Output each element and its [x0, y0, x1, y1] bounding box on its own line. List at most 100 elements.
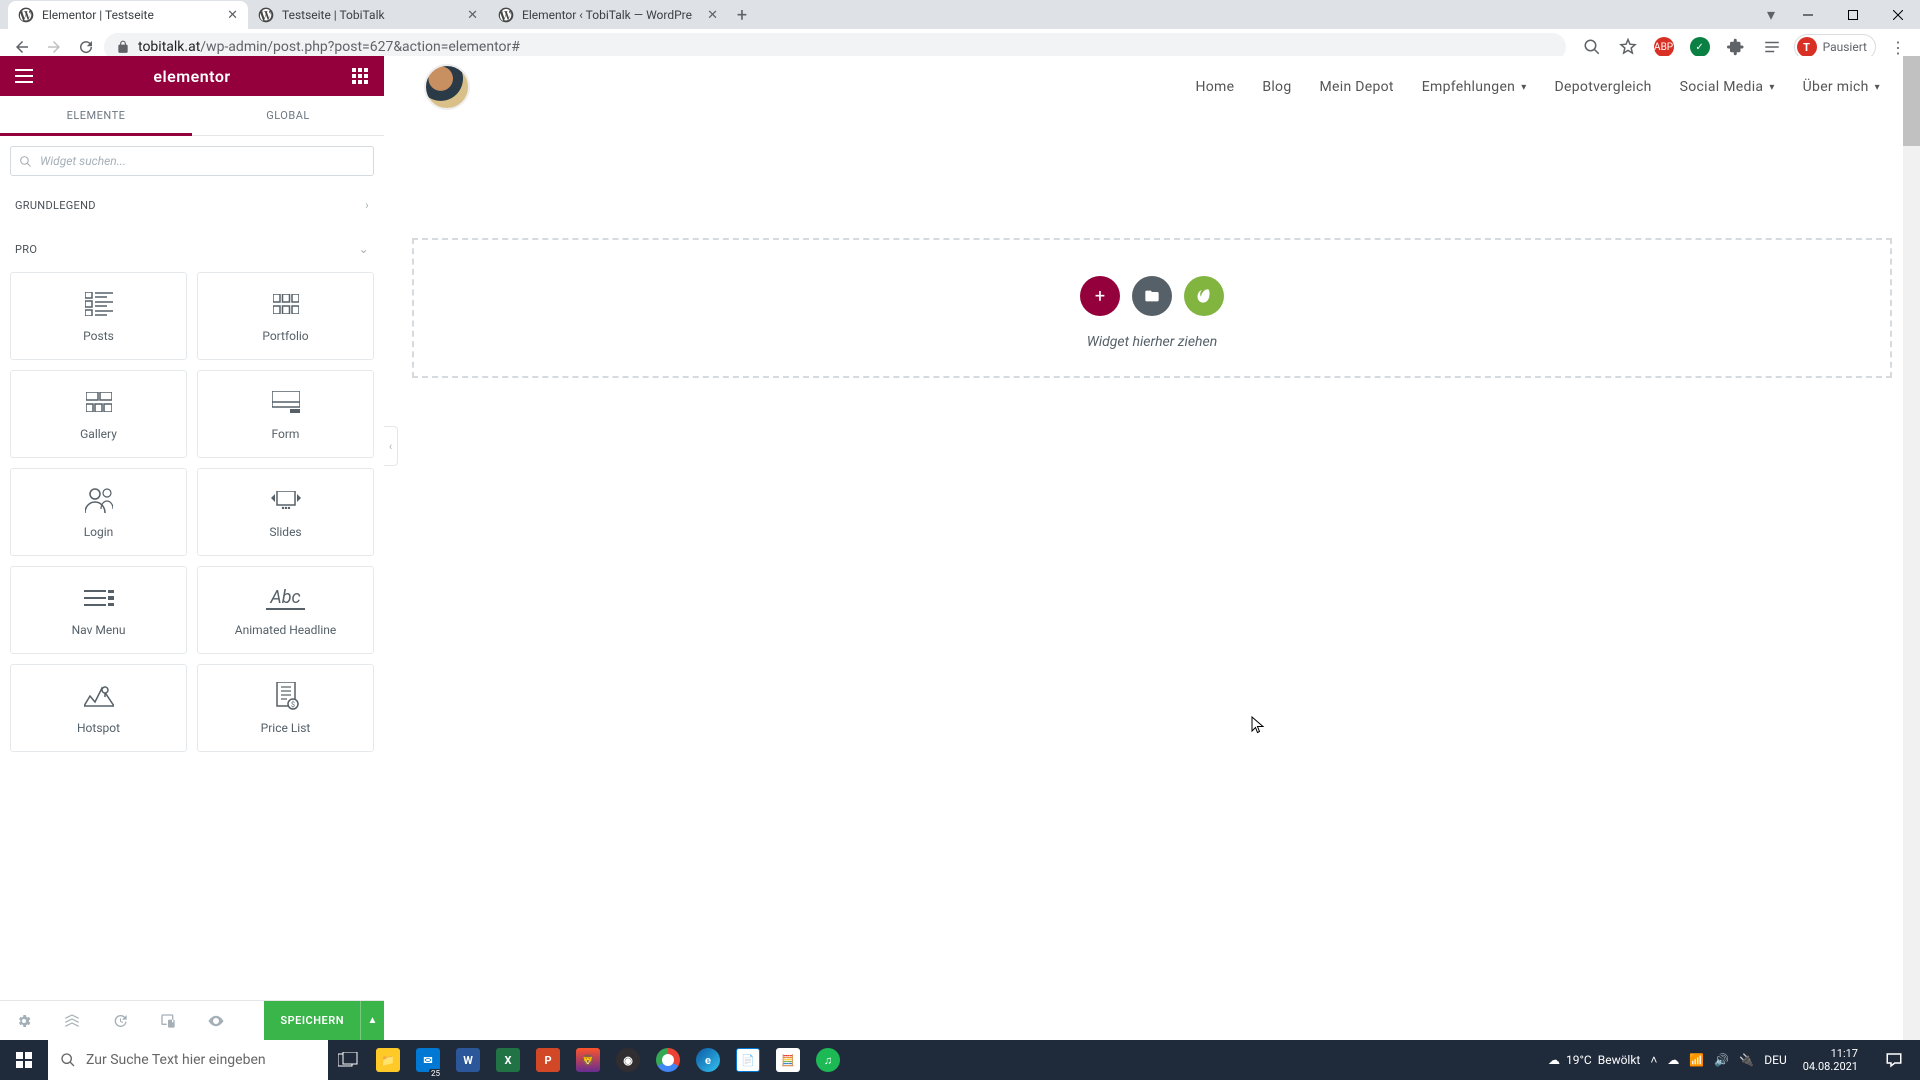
url-text: tobitalk.at/wp-admin/post.php?post=627&a… [138, 39, 520, 55]
category-label: PRO [15, 243, 37, 256]
widget-form[interactable]: Form [197, 370, 374, 458]
login-icon [85, 485, 113, 515]
category-basic[interactable]: GRUNDLEGEND › [10, 186, 374, 224]
clock[interactable]: 11:17 04.08.2021 [1797, 1047, 1864, 1073]
notepad-icon[interactable]: 📄 [728, 1040, 768, 1080]
new-tab-button[interactable]: + [728, 1, 756, 29]
collapse-sidebar-button[interactable]: ‹ [384, 426, 398, 466]
widget-price-list[interactable]: $Price List [197, 664, 374, 752]
nav-social-media[interactable]: Social Media [1680, 79, 1775, 95]
svg-text:$: $ [291, 701, 295, 709]
scrollbar-thumb[interactable] [1903, 56, 1920, 146]
nav-über-mich[interactable]: Über mich [1803, 79, 1880, 95]
tab-elements[interactable]: ELEMENTE [0, 96, 192, 135]
chevron-right-icon: › [365, 198, 369, 212]
nav-home[interactable]: Home [1195, 79, 1234, 95]
widget-login[interactable]: Login [10, 468, 187, 556]
save-options-button[interactable]: ▲ [360, 1001, 384, 1041]
save-button-group: SPEICHERN ▲ [264, 1001, 384, 1041]
nav-mein-depot[interactable]: Mein Depot [1320, 79, 1394, 95]
widget-label: Animated Headline [235, 623, 337, 637]
hotspot-icon [84, 681, 114, 711]
close-icon[interactable]: ✕ [467, 8, 478, 23]
widget-hotspot[interactable]: Hotspot [10, 664, 187, 752]
menu-icon[interactable] [12, 64, 36, 88]
wifi-icon[interactable]: 📶 [1689, 1053, 1704, 1067]
tab-strip: Elementor | Testseite ✕ Testseite | Tobi… [0, 0, 1920, 29]
save-button[interactable]: SPEICHERN [264, 1001, 360, 1041]
widget-nav-menu[interactable]: Nav Menu [10, 566, 187, 654]
onedrive-icon[interactable]: ☁ [1667, 1053, 1679, 1067]
tab-search-icon[interactable]: ▾ [1757, 0, 1785, 28]
spotify-icon[interactable]: ♫ [808, 1040, 848, 1080]
powerpoint-icon[interactable]: P [528, 1040, 568, 1080]
obs-icon[interactable]: ◉ [608, 1040, 648, 1080]
site-avatar[interactable] [424, 64, 470, 110]
weather-widget[interactable]: ☁ 19°C Bewölkt [1548, 1053, 1640, 1067]
widget-label: Portfolio [262, 329, 308, 343]
add-template-button[interactable] [1132, 276, 1172, 316]
maximize-button[interactable] [1830, 0, 1875, 29]
wordpress-icon [18, 7, 34, 23]
profile-avatar-icon: T [1797, 37, 1817, 57]
browser-chrome: Elementor | Testseite ✕ Testseite | Tobi… [0, 0, 1920, 56]
mail-icon[interactable]: ✉25 [408, 1040, 448, 1080]
task-view-button[interactable] [328, 1040, 368, 1080]
search-input-wrapper[interactable] [10, 146, 374, 176]
widget-label: Gallery [80, 427, 117, 441]
taskbar-search[interactable]: Zur Suche Text hier eingeben [48, 1040, 328, 1080]
envato-button[interactable] [1184, 276, 1224, 316]
widget-posts[interactable]: Posts [10, 272, 187, 360]
site-header: Home Blog Mein Depot Empfehlungen Depotvergl… [384, 56, 1920, 118]
file-explorer-icon[interactable]: 📁 [368, 1040, 408, 1080]
widget-search [0, 136, 384, 186]
volume-icon[interactable]: 🔊 [1714, 1053, 1729, 1067]
browser-tab[interactable]: Elementor ‹ TobiTalk — WordPre ✕ [488, 1, 728, 29]
wordpress-icon [498, 7, 514, 23]
tab-global[interactable]: GLOBAL [192, 96, 384, 135]
preview-canvas[interactable]: Home Blog Mein Depot Empfehlungen Depotvergl… [384, 56, 1920, 1040]
nav-depotvergleich[interactable]: Depotvergleich [1555, 79, 1652, 95]
close-icon[interactable]: ✕ [227, 8, 238, 23]
browser-tab[interactable]: Elementor | Testseite ✕ [8, 1, 248, 29]
calculator-icon[interactable]: 🧮 [768, 1040, 808, 1080]
widget-slides[interactable]: Slides [197, 468, 374, 556]
close-icon[interactable]: ✕ [707, 8, 718, 23]
widget-portfolio[interactable]: Portfolio [197, 272, 374, 360]
minimize-button[interactable] [1785, 0, 1830, 29]
brave-icon[interactable]: 🦁 [568, 1040, 608, 1080]
date: 04.08.2021 [1803, 1060, 1858, 1073]
preview-icon[interactable] [192, 1001, 240, 1041]
widget-gallery[interactable]: Gallery [10, 370, 187, 458]
history-icon[interactable] [96, 1001, 144, 1041]
scrollbar[interactable] [1903, 56, 1920, 1040]
notifications-button[interactable] [1874, 1040, 1914, 1080]
nav-empfehlungen[interactable]: Empfehlungen [1422, 79, 1527, 95]
start-button[interactable] [0, 1040, 48, 1080]
widget-animated-headline[interactable]: AbcAnimated Headline [197, 566, 374, 654]
edge-icon[interactable]: e [688, 1040, 728, 1080]
search-input[interactable] [40, 154, 365, 168]
word-icon[interactable]: W [448, 1040, 488, 1080]
category-pro[interactable]: PRO ⌄ [10, 230, 374, 268]
widget-label: Hotspot [77, 721, 120, 735]
battery-icon[interactable]: 🔌 [1739, 1053, 1754, 1067]
wordpress-icon [258, 7, 274, 23]
chevron-up-icon[interactable]: ˄ [1650, 1053, 1657, 1067]
search-placeholder: Zur Suche Text hier eingeben [86, 1052, 266, 1068]
navigator-icon[interactable] [48, 1001, 96, 1041]
add-section-button[interactable]: + [1080, 276, 1120, 316]
window-controls: ▾ [1757, 0, 1920, 29]
excel-icon[interactable]: X [488, 1040, 528, 1080]
tab-title: Testseite | TobiTalk [282, 8, 459, 22]
chrome-icon[interactable] [648, 1040, 688, 1080]
add-section-area[interactable]: + Widget hierher ziehen [412, 238, 1892, 378]
responsive-icon[interactable] [144, 1001, 192, 1041]
language-indicator[interactable]: DEU [1764, 1053, 1786, 1067]
apps-icon[interactable] [348, 64, 372, 88]
settings-icon[interactable] [0, 1001, 48, 1041]
close-window-button[interactable] [1875, 0, 1920, 29]
browser-tab[interactable]: Testseite | TobiTalk ✕ [248, 1, 488, 29]
nav-blog[interactable]: Blog [1262, 79, 1291, 95]
form-icon [272, 387, 300, 417]
